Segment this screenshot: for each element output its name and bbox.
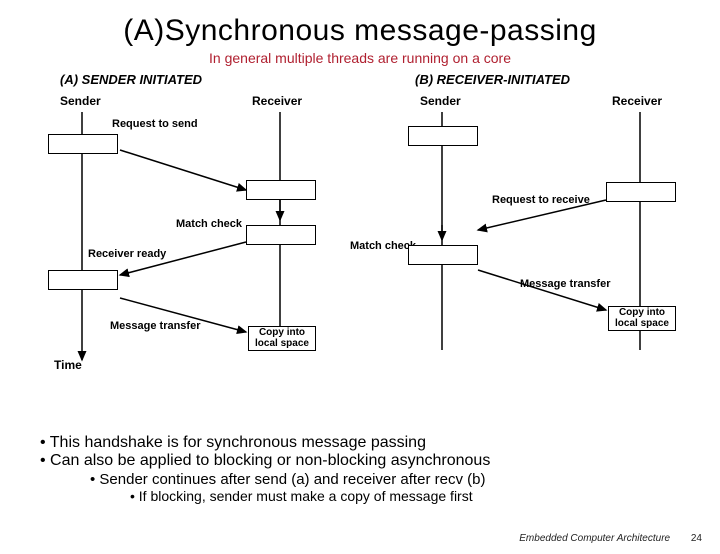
b-message-transfer-label: Message transfer	[520, 278, 611, 290]
slide-subtitle: In general multiple threads are running …	[0, 50, 720, 66]
bullet-2a: Sender continues after send (a) and rece…	[40, 471, 680, 488]
section-b-header: (B) RECEIVER-INITIATED	[415, 72, 570, 87]
b-sender-box-2	[408, 245, 478, 265]
a-request-to-send-label: Request to send	[112, 118, 198, 130]
a-receiver-box-2	[246, 225, 316, 245]
slide-title: (A)Synchronous message-passing	[0, 14, 720, 48]
a-receiver-box-1	[246, 180, 316, 200]
b-request-to-receive-label: Request to receive	[492, 194, 590, 206]
a-sender-label: Sender	[60, 94, 101, 108]
a-receiver-ready-label: Receiver ready	[88, 248, 166, 260]
b-receiver-label: Receiver	[612, 94, 662, 108]
bullet-2b: If blocking, sender must make a copy of …	[40, 488, 680, 504]
b-copy-box: Copy into local space	[608, 306, 676, 331]
a-message-transfer-label: Message transfer	[110, 320, 201, 332]
footer-text: Embedded Computer Architecture	[519, 533, 670, 544]
a-copy-box: Copy into local space	[248, 326, 316, 351]
bullet-1: This handshake is for synchronous messag…	[40, 434, 680, 452]
a-sender-box-1	[48, 134, 118, 154]
page-number: 24	[691, 533, 702, 544]
a-sender-box-2	[48, 270, 118, 290]
b-sender-label: Sender	[420, 94, 461, 108]
a-match-check-label: Match check	[176, 218, 242, 230]
b-receiver-box-1	[606, 182, 676, 202]
slide-footer: Embedded Computer Architecture 24	[519, 533, 702, 544]
diagram: (A) SENDER INITIATED Sender Receiver Req…	[0, 70, 720, 390]
a-receiver-label: Receiver	[252, 94, 302, 108]
bullet-2: Can also be applied to blocking or non-b…	[40, 452, 680, 470]
time-label: Time	[54, 358, 82, 372]
diagram-lines	[0, 70, 720, 390]
bullet-list: This handshake is for synchronous messag…	[40, 434, 680, 504]
b-sender-box-1	[408, 126, 478, 146]
section-a-header: (A) SENDER INITIATED	[60, 72, 202, 87]
b-match-check-label: Match check	[350, 240, 416, 252]
